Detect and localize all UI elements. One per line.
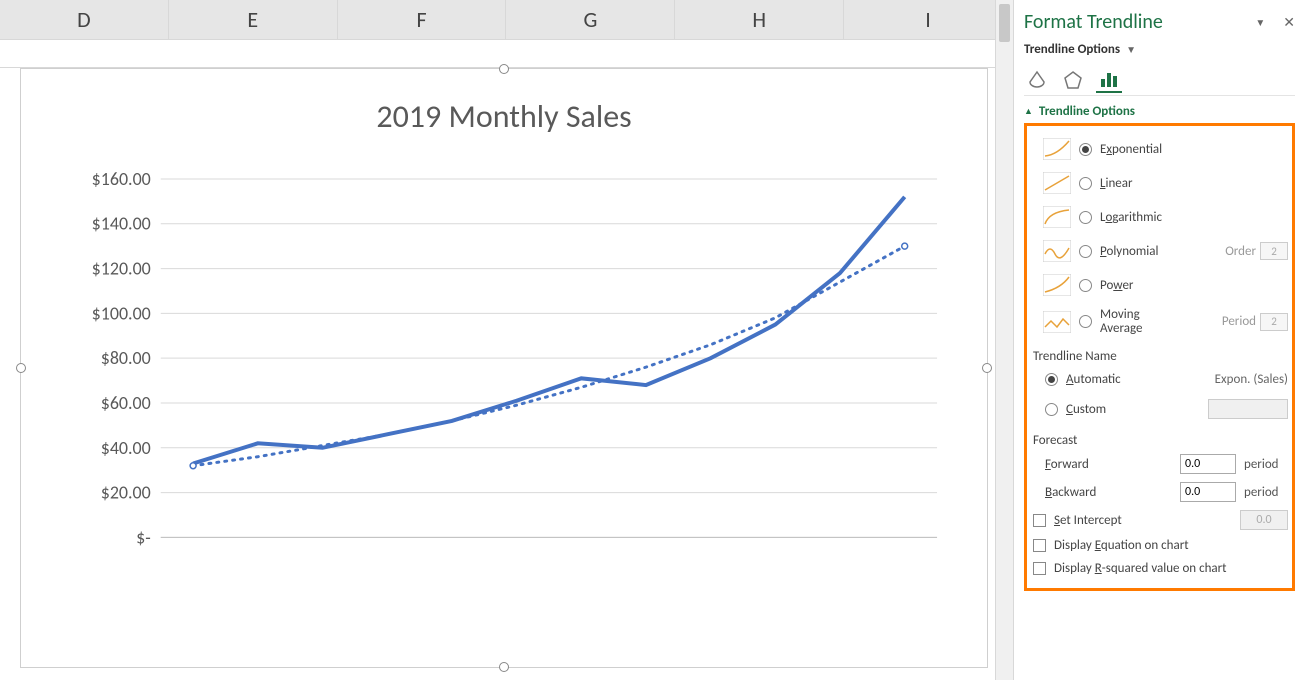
close-icon[interactable]: ✕ (1283, 14, 1295, 31)
forecast-heading: Forecast (1031, 425, 1288, 450)
collapse-toggle-icon: ▲ (1024, 106, 1033, 117)
backward-label: Backward (1045, 485, 1172, 500)
intercept-input (1240, 510, 1288, 530)
label-power: Power (1100, 278, 1133, 293)
trendline-auto-name: Expon. (Sales) (1215, 372, 1288, 387)
radio-name-automatic[interactable] (1045, 373, 1058, 386)
svg-text:$100.00: $100.00 (92, 302, 151, 324)
display-equation-row[interactable]: Display Equation on chart (1031, 534, 1288, 557)
forward-label: Forward (1045, 457, 1172, 472)
svg-text:$20.00: $20.00 (101, 482, 151, 504)
trendline-options-section-header[interactable]: ▲ Trendline Options (1024, 98, 1295, 123)
svg-text:$60.00: $60.00 (101, 392, 151, 414)
svg-text:$160.00: $160.00 (92, 169, 151, 190)
label-logarithmic: Logarithmic (1100, 210, 1162, 225)
backward-unit: period (1244, 485, 1288, 500)
trendline-type-logarithmic[interactable]: Logarithmic (1043, 200, 1288, 234)
backward-input[interactable] (1180, 482, 1236, 502)
column-header-F[interactable]: F (338, 0, 507, 39)
name-custom-row[interactable]: Custom (1031, 393, 1288, 425)
checkbox-set-intercept[interactable] (1033, 514, 1046, 527)
forward-input[interactable] (1180, 454, 1236, 474)
chart-object[interactable]: 2019 Monthly Sales $-$20.00$40.00$60.00$… (20, 68, 988, 668)
chart-plot-area[interactable]: $- $20.00 $40.00 $60.00 $80.00 $100.00 $120.00… (51, 169, 957, 627)
radio-polynomial[interactable] (1079, 245, 1092, 258)
radio-power[interactable] (1079, 279, 1092, 292)
trendline-type-exponential[interactable]: Exponential (1043, 132, 1288, 166)
svg-text:$140.00: $140.00 (92, 213, 151, 235)
radio-name-custom[interactable] (1045, 403, 1058, 416)
svg-text:$40.00: $40.00 (101, 437, 151, 459)
set-intercept-row[interactable]: Set Intercept (1031, 506, 1288, 534)
format-trendline-pane: Format Trendline ▼ ✕ Trendline Options ▼ (1013, 0, 1303, 680)
trendline-name-heading: Trendline Name (1031, 341, 1288, 366)
custom-name-input (1208, 399, 1288, 419)
svg-text:$80.00: $80.00 (101, 347, 151, 369)
vertical-scrollbar[interactable] (995, 0, 1013, 680)
label-display-r2: Display R-squared value on chart (1054, 561, 1227, 576)
trendline-options-section-label: Trendline Options (1039, 104, 1135, 119)
column-header-G[interactable]: G (506, 0, 675, 39)
trendline-options-dropdown-label: Trendline Options (1024, 42, 1120, 57)
trendline-type-power[interactable]: Power (1043, 268, 1288, 302)
column-header-E[interactable]: E (169, 0, 338, 39)
label-linear: Linear (1100, 176, 1133, 191)
chart-title[interactable]: 2019 Monthly Sales (21, 69, 987, 146)
checkbox-display-equation[interactable] (1033, 539, 1046, 552)
chevron-down-icon: ▼ (1126, 43, 1136, 56)
display-r2-row[interactable]: Display R-squared value on chart (1031, 557, 1288, 580)
radio-linear[interactable] (1079, 177, 1092, 190)
pane-options-menu-icon[interactable]: ▼ (1255, 16, 1265, 29)
period-label: Period (1222, 314, 1256, 329)
label-display-equation: Display Equation on chart (1054, 538, 1189, 553)
pane-title: Format Trendline (1024, 10, 1163, 34)
svg-text:$-: $- (136, 526, 151, 548)
label-exponential: Exponential (1100, 142, 1162, 157)
trendline-type-polynomial[interactable]: Polynomial Order 2 (1043, 234, 1288, 268)
order-spinner: 2 (1260, 242, 1288, 260)
label-name-automatic: Automatic (1066, 372, 1121, 387)
label-polynomial: Polynomial (1100, 244, 1158, 259)
series-sales[interactable] (193, 197, 905, 464)
order-label: Order (1225, 244, 1256, 259)
trendline-options-tab-icon[interactable] (1096, 67, 1122, 93)
resize-handle-n[interactable] (499, 64, 509, 74)
scrollbar-thumb[interactable] (999, 4, 1010, 42)
column-header-D[interactable]: D (0, 0, 169, 39)
effects-tab-icon[interactable] (1060, 67, 1086, 93)
name-automatic-row[interactable]: Automatic Expon. (Sales) (1031, 366, 1288, 393)
label-name-custom: Custom (1066, 402, 1106, 417)
svg-text:$120.00: $120.00 (92, 258, 151, 280)
column-header-H[interactable]: H (675, 0, 844, 39)
resize-handle-e[interactable] (982, 363, 992, 373)
resize-handle-s[interactable] (499, 662, 509, 672)
radio-exponential[interactable] (1079, 143, 1092, 156)
forward-unit: period (1244, 457, 1288, 472)
label-set-intercept: Set Intercept (1054, 513, 1122, 528)
period-spinner: 2 (1260, 313, 1288, 331)
resize-handle-w[interactable] (16, 363, 26, 373)
radio-logarithmic[interactable] (1079, 211, 1092, 224)
trendline-options-dropdown[interactable]: Trendline Options ▼ (1024, 40, 1295, 63)
label-moving-average: Moving Average (1100, 308, 1142, 335)
checkbox-display-r2[interactable] (1033, 562, 1046, 575)
trendline-type-moving-average[interactable]: Moving Average Period 2 (1043, 302, 1288, 341)
options-highlight-box: Exponential Linear Logarithmic Polynomia… (1024, 123, 1295, 591)
column-header-I[interactable]: I (844, 0, 1013, 39)
fill-line-tab-icon[interactable] (1024, 67, 1050, 93)
trendline-exponential[interactable] (193, 246, 905, 466)
radio-moving-average[interactable] (1079, 315, 1092, 328)
trendline-type-linear[interactable]: Linear (1043, 166, 1288, 200)
